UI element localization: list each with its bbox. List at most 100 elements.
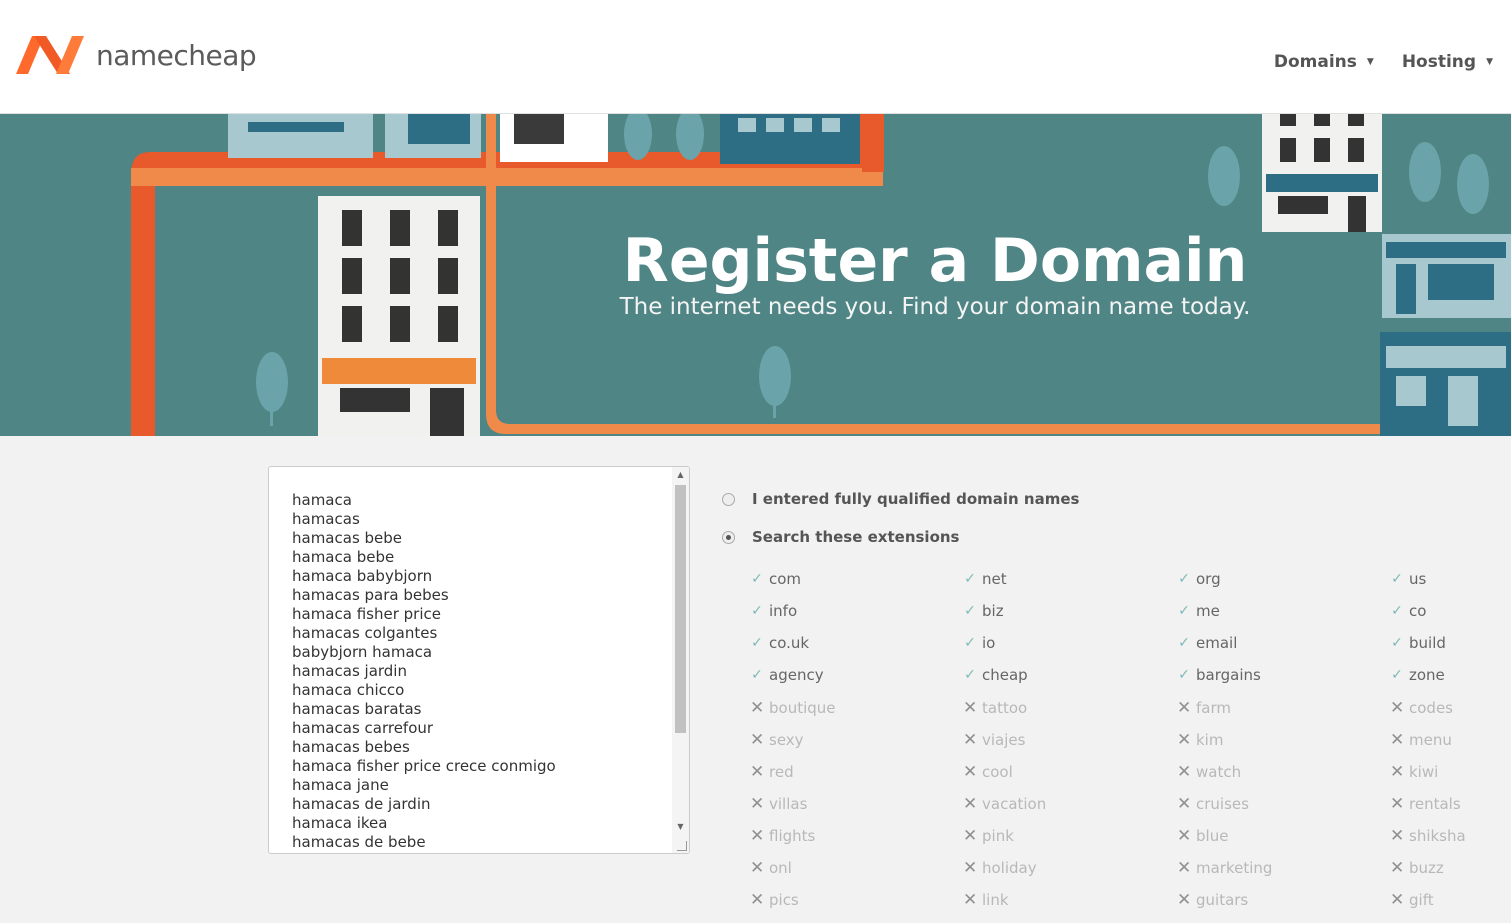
nav-domains[interactable]: Domains ▼ [1274, 52, 1374, 72]
extension-label: cruises [1196, 795, 1249, 813]
scrollbar[interactable]: ▲ ▼ [672, 467, 689, 853]
x-icon: ✕ [963, 890, 978, 910]
domain-list-item: hamacas bebe [292, 529, 403, 547]
checkmark-icon: ✓ [1391, 571, 1403, 587]
extension-label: pink [982, 827, 1014, 845]
extension-build[interactable]: ✓ build [1390, 634, 1446, 652]
extension-label: watch [1196, 763, 1242, 781]
domain-list-textarea[interactable]: hamaca hamacas hamacas bebe hamaca bebe hama… [268, 466, 690, 854]
extension-net[interactable]: ✓ net [963, 570, 1007, 588]
x-icon: ✕ [963, 762, 978, 782]
extension-tattoo[interactable]: ✕ tattoo [963, 698, 1027, 718]
extension-menu[interactable]: ✕ menu [1390, 730, 1452, 750]
domain-list-item: hamacas baratas [292, 700, 422, 718]
extension-holiday[interactable]: ✕ holiday [963, 858, 1037, 878]
extension-watch[interactable]: ✕ watch [1177, 762, 1241, 782]
extension-label: sexy [769, 731, 804, 749]
extension-label: marketing [1196, 859, 1273, 877]
extension-bargains[interactable]: ✓ bargains [1177, 666, 1261, 684]
x-icon: ✕ [1390, 826, 1405, 846]
extension-label: net [982, 570, 1007, 588]
radio-fully-qualified[interactable] [722, 492, 735, 506]
extension-io[interactable]: ✓ io [963, 634, 995, 652]
extension-cheap[interactable]: ✓ cheap [963, 666, 1028, 684]
extension-email[interactable]: ✓ email [1177, 634, 1237, 652]
main-nav: Domains ▼ Hosting ▼ [1246, 52, 1493, 72]
scroll-up-icon[interactable]: ▲ [672, 467, 689, 483]
extension-sexy[interactable]: ✕ sexy [750, 730, 804, 750]
checkmark-icon: ✓ [1391, 635, 1403, 651]
extension-label: tattoo [982, 699, 1028, 717]
x-icon: ✕ [750, 762, 765, 782]
extension-kiwi[interactable]: ✕ kiwi [1390, 762, 1438, 782]
extension-onl[interactable]: ✕ onl [750, 858, 792, 878]
domain-list-item: hamacas colgantes [292, 624, 438, 642]
extension-label: bargains [1196, 666, 1261, 684]
domain-list-item: hamaca [292, 491, 352, 509]
extension-label: blue [1196, 827, 1229, 845]
extension-red[interactable]: ✕ red [750, 762, 794, 782]
extension-label: shiksha [1409, 827, 1466, 845]
extension-marketing[interactable]: ✕ marketing [1177, 858, 1272, 878]
option-search-extensions[interactable]: Search these extensions [722, 528, 960, 546]
extension-pink[interactable]: ✕ pink [963, 826, 1014, 846]
extension-gift[interactable]: ✕ gift [1390, 890, 1434, 910]
extension-link[interactable]: ✕ link [963, 890, 1009, 910]
x-icon: ✕ [1177, 826, 1192, 846]
extension-label: buzz [1409, 859, 1444, 877]
extension-guitars[interactable]: ✕ guitars [1177, 890, 1248, 910]
checkmark-icon: ✓ [751, 603, 763, 619]
extension-label: com [769, 570, 802, 588]
extension-label: onl [769, 859, 792, 877]
extension-blue[interactable]: ✕ blue [1177, 826, 1228, 846]
extension-com[interactable]: ✓ com [750, 570, 801, 588]
extension-label: viajes [982, 731, 1026, 749]
site-header: namecheap Domains ▼ Hosting ▼ [0, 0, 1511, 114]
namecheap-logo[interactable]: namecheap [14, 34, 257, 76]
extension-buzz[interactable]: ✕ buzz [1390, 858, 1444, 878]
extension-org[interactable]: ✓ org [1177, 570, 1221, 588]
extension-co[interactable]: ✓ co [1390, 602, 1426, 620]
extension-co-uk[interactable]: ✓ co.uk [750, 634, 809, 652]
domain-list-item: hamaca fisher price crece conmigo [292, 757, 556, 775]
extension-label: zone [1409, 666, 1445, 684]
scroll-down-icon[interactable]: ▼ [672, 819, 689, 835]
extension-label: org [1196, 570, 1221, 588]
extension-biz[interactable]: ✓ biz [963, 602, 1003, 620]
x-icon: ✕ [963, 730, 978, 750]
extension-label: us [1409, 570, 1427, 588]
extension-rentals[interactable]: ✕ rentals [1390, 794, 1461, 814]
extension-kim[interactable]: ✕ kim [1177, 730, 1223, 750]
extension-label: co [1409, 602, 1427, 620]
extension-zone[interactable]: ✓ zone [1390, 666, 1445, 684]
extension-us[interactable]: ✓ us [1390, 570, 1426, 588]
option-fully-qualified[interactable]: I entered fully qualified domain names [722, 490, 1079, 508]
x-icon: ✕ [963, 826, 978, 846]
extension-boutique[interactable]: ✕ boutique [750, 698, 836, 718]
extension-label: red [769, 763, 794, 781]
resize-grip-icon[interactable] [677, 841, 687, 851]
extension-label: codes [1409, 699, 1453, 717]
extension-label: build [1409, 634, 1446, 652]
extension-info[interactable]: ✓ info [750, 602, 797, 620]
extension-shiksha[interactable]: ✕ shiksha [1390, 826, 1466, 846]
extension-pics[interactable]: ✕ pics [750, 890, 799, 910]
extension-cruises[interactable]: ✕ cruises [1177, 794, 1249, 814]
extension-viajes[interactable]: ✕ viajes [963, 730, 1025, 750]
checkmark-icon: ✓ [751, 635, 763, 651]
extension-villas[interactable]: ✕ villas [750, 794, 807, 814]
extension-flights[interactable]: ✕ flights [750, 826, 815, 846]
extension-vacation[interactable]: ✕ vacation [963, 794, 1046, 814]
nav-hosting[interactable]: Hosting ▼ [1402, 52, 1493, 72]
radio-search-extensions[interactable] [722, 530, 735, 544]
caret-down-icon: ▼ [1486, 57, 1493, 67]
extension-codes[interactable]: ✕ codes [1390, 698, 1453, 718]
extension-me[interactable]: ✓ me [1177, 602, 1220, 620]
scroll-thumb[interactable] [675, 485, 686, 733]
extension-farm[interactable]: ✕ farm [1177, 698, 1231, 718]
extension-cool[interactable]: ✕ cool [963, 762, 1013, 782]
extension-agency[interactable]: ✓ agency [750, 666, 823, 684]
x-icon: ✕ [750, 890, 765, 910]
extension-label: io [982, 634, 996, 652]
extension-label: pics [769, 891, 799, 909]
